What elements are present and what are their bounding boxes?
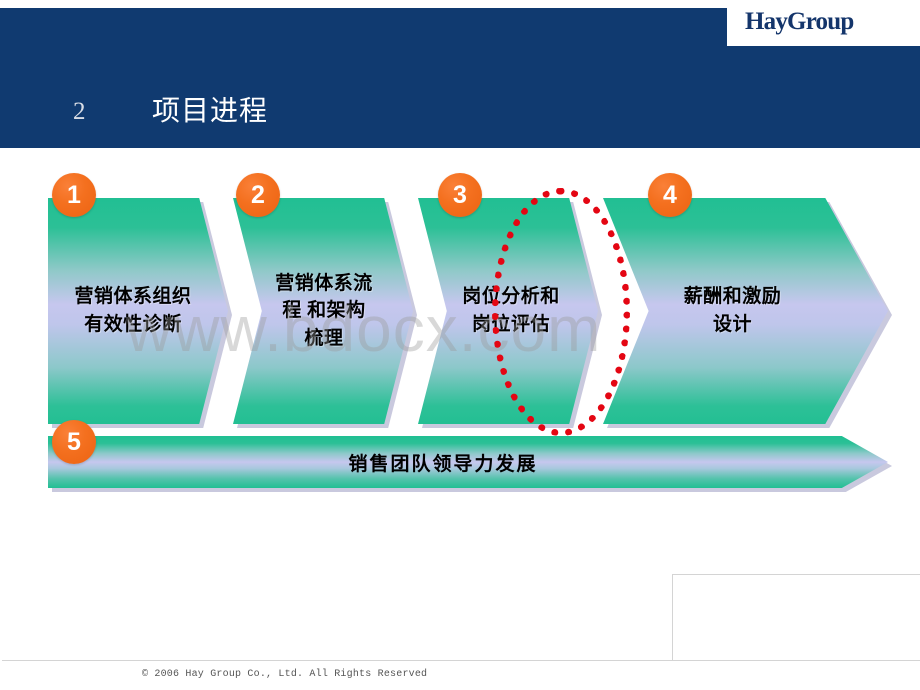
process-bottom-bar[interactable]: 销售团队领导力发展 [48,436,892,492]
process-step-4-label: 薪酬和激励 设计 [683,286,782,335]
step-badge-3[interactable]: 3 [438,173,482,217]
process-bottom-bar-label: 销售团队领导力发展 [348,453,538,475]
step-badge-3-number: 3 [453,180,467,209]
process-chevron-group: 营销体系组织 有效性诊断 营销体系流程 和架构 梳理 岗位分析和 岗位评估 薪酬和激励… [0,0,920,690]
step-badge-1[interactable]: 1 [52,173,96,217]
process-step-4[interactable]: 薪酬和激励 设计 [603,198,892,428]
step-badge-5-number: 5 [67,427,81,456]
haygroup-logo-box: HayGroup [727,0,920,46]
process-step-1[interactable]: 营销体系组织 有效性诊断 [48,198,232,428]
step-badge-5[interactable]: 5 [52,420,96,464]
highlight-ellipse-icon [492,188,630,436]
step-badge-4-number: 4 [663,180,677,209]
process-step-2[interactable]: 营销体系流程 和架构 梳理 [233,198,417,428]
step-badge-2[interactable]: 2 [236,173,280,217]
step-badge-4[interactable]: 4 [648,173,692,217]
haygroup-logo-text: HayGroup [745,8,854,35]
process-step-1-label: 营销体系组织 有效性诊断 [74,286,192,335]
slide-canvas: HayGroup 2 项目进程 营销体系组织 有效性诊断 营销体系流程 和架构 梳理… [0,0,920,690]
process-step-2-label: 营销体系流程 和架构 梳理 [275,272,373,349]
step-badge-1-number: 1 [67,180,81,209]
step-badge-2-number: 2 [251,180,265,209]
